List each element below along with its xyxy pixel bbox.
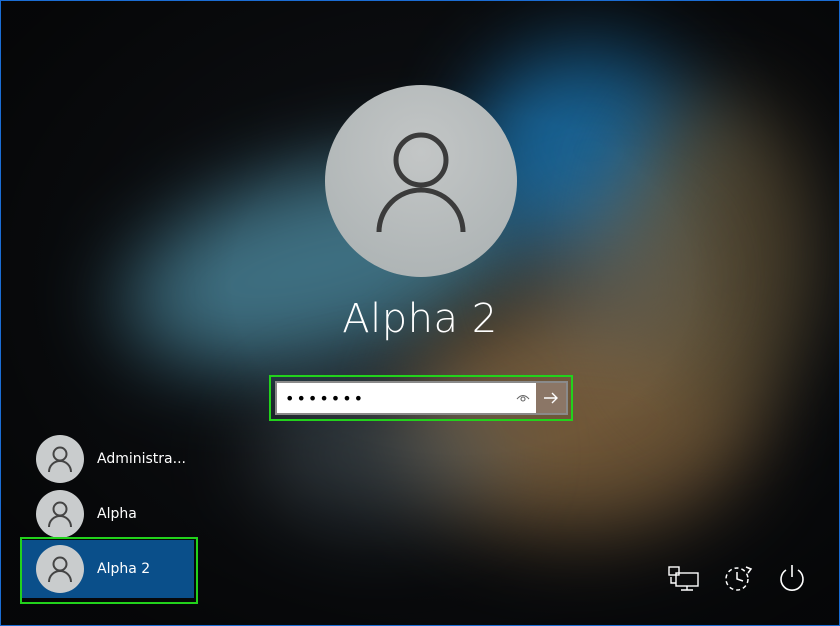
password-box: [275, 381, 568, 415]
user-item-administrator[interactable]: Administra...: [22, 430, 194, 488]
user-icon: [48, 501, 72, 528]
password-input[interactable]: [277, 383, 510, 413]
ease-of-access-button[interactable]: [720, 560, 756, 596]
signed-in-user-name: Alpha 2: [342, 296, 498, 342]
user-icon: [376, 132, 466, 233]
user-avatar: [36, 435, 84, 483]
network-button[interactable]: [666, 560, 702, 596]
eye-icon: [516, 394, 530, 402]
submit-button[interactable]: [536, 383, 566, 413]
network-icon: [668, 566, 699, 591]
user-item-label: Alpha: [97, 506, 137, 522]
user-avatar: [36, 490, 84, 538]
ease-of-access-icon: [725, 566, 753, 591]
user-item-alpha[interactable]: Alpha: [22, 485, 194, 543]
system-tray: [666, 560, 810, 596]
arrow-right-icon: [544, 392, 558, 404]
reveal-password-button[interactable]: [510, 383, 536, 413]
power-icon: [780, 565, 804, 591]
user-icon: [48, 446, 72, 473]
user-avatar-large: [325, 85, 517, 277]
user-item-label: Administra...: [97, 451, 186, 467]
selected-user-highlight: [20, 537, 198, 604]
power-button[interactable]: [774, 560, 810, 596]
